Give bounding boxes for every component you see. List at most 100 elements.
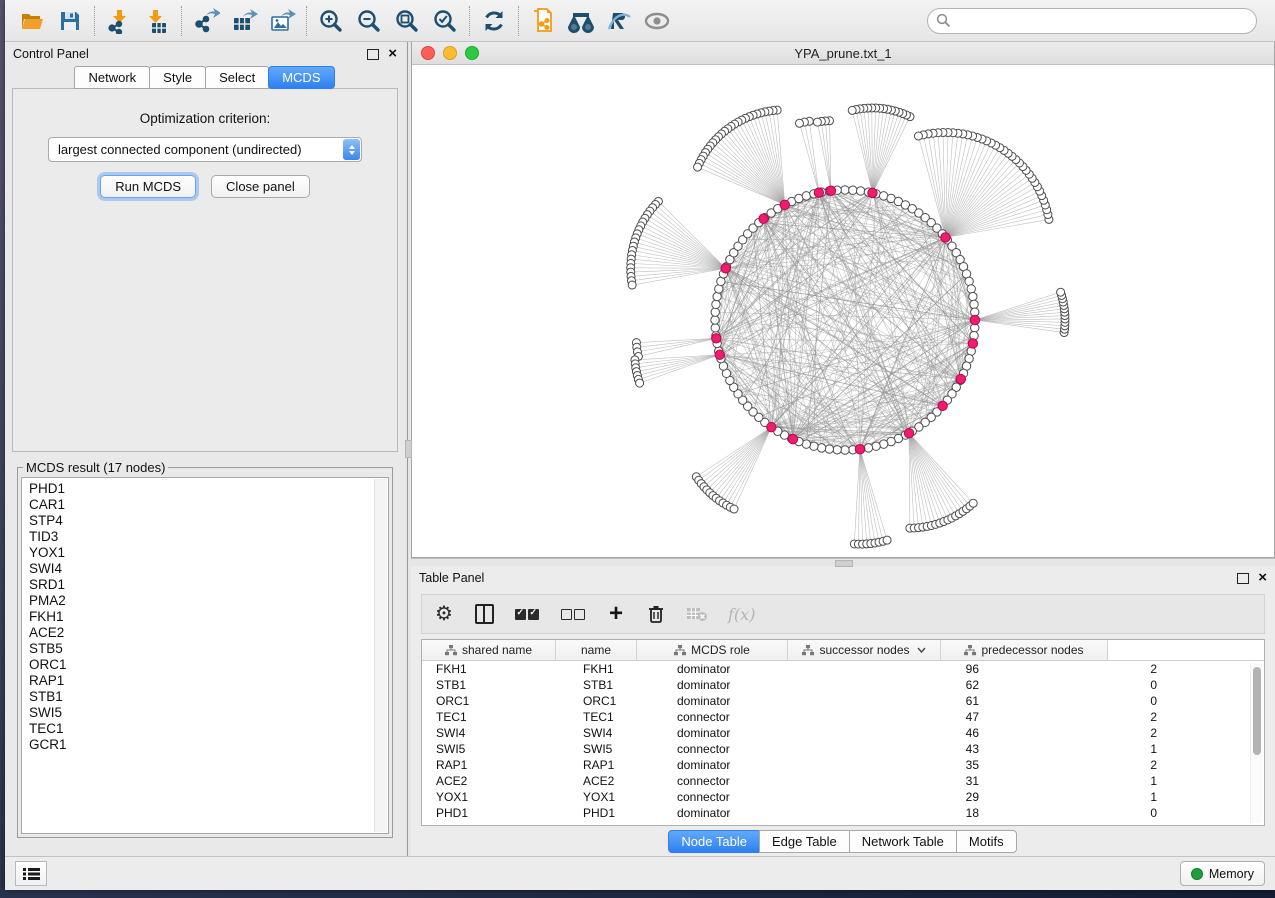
table-row[interactable]: RAP1RAP1dominator352 xyxy=(422,757,1264,773)
zoom-fit-icon[interactable] xyxy=(388,4,426,38)
node-table: shared namenameMCDS rolesuccessor nodesp… xyxy=(421,639,1265,826)
column-header-successor-nodes[interactable]: successor nodes xyxy=(788,640,941,660)
tab-style[interactable]: Style xyxy=(149,66,206,89)
cell-successor-nodes: 47 xyxy=(827,709,991,725)
mcds-result-item[interactable]: ORC1 xyxy=(29,657,388,673)
mcds-result-item[interactable]: TEC1 xyxy=(29,721,388,737)
import-table-icon[interactable] xyxy=(138,4,176,38)
import-network-icon[interactable] xyxy=(100,4,138,38)
cell-successor-nodes: 35 xyxy=(827,757,991,773)
mcds-list-scrollbar[interactable] xyxy=(374,479,387,832)
hide-selected-icon[interactable] xyxy=(600,4,638,38)
dropdown-selected-value: largest connected component (undirected) xyxy=(49,142,302,157)
horizontal-splitter[interactable] xyxy=(411,558,1275,566)
show-graphics-details-icon[interactable] xyxy=(638,4,676,38)
mcds-result-item[interactable]: SRD1 xyxy=(29,577,388,593)
close-panel-button[interactable]: Close panel xyxy=(211,175,310,198)
cell-mcds-role: connector xyxy=(663,709,827,725)
export-network-icon[interactable] xyxy=(187,4,225,38)
create-column-icon[interactable]: + xyxy=(606,602,626,626)
zoom-in-icon[interactable] xyxy=(312,4,350,38)
mcds-result-item[interactable]: STB1 xyxy=(29,689,388,705)
function-builder-icon[interactable]: f(x) xyxy=(728,602,755,626)
optimization-criterion-dropdown[interactable]: largest connected component (undirected) xyxy=(48,137,362,162)
splitter-handle[interactable] xyxy=(835,560,853,567)
tab-network-table[interactable]: Network Table xyxy=(849,830,957,853)
mcds-result-item[interactable]: STP4 xyxy=(29,513,388,529)
mcds-result-item[interactable]: PHD1 xyxy=(29,481,388,497)
open-file-icon[interactable] xyxy=(13,4,51,38)
close-panel-icon[interactable]: × xyxy=(1258,573,1267,583)
mcds-result-item[interactable]: SWI4 xyxy=(29,561,388,577)
float-panel-icon[interactable] xyxy=(1237,573,1249,584)
cell-shared-name: PHD1 xyxy=(422,805,569,821)
mcds-result-item[interactable]: GCR1 xyxy=(29,737,388,753)
zoom-out-icon[interactable] xyxy=(350,4,388,38)
share-document-icon[interactable] xyxy=(524,4,562,38)
scrollbar-thumb[interactable] xyxy=(1253,667,1261,755)
tab-node-table[interactable]: Node Table xyxy=(668,830,760,853)
save-session-icon[interactable] xyxy=(51,4,89,38)
close-panel-icon[interactable]: × xyxy=(388,49,397,59)
tab-mcds[interactable]: MCDS xyxy=(268,66,334,89)
mcds-result-item[interactable]: STB5 xyxy=(29,641,388,657)
table-row[interactable]: ACE2ACE2connector311 xyxy=(422,773,1264,789)
table-row[interactable]: STB1STB1dominator620 xyxy=(422,677,1264,693)
export-image-icon[interactable] xyxy=(263,4,301,38)
cell-predecessor-nodes: 1 xyxy=(991,789,1169,805)
toolbar-separator xyxy=(94,6,95,36)
table-row[interactable]: TEC1TEC1connector472 xyxy=(422,709,1264,725)
select-all-checkbox-icon[interactable] xyxy=(514,602,540,626)
task-history-button[interactable] xyxy=(15,861,47,886)
memory-label: Memory xyxy=(1209,867,1254,881)
mcds-result-item[interactable]: ACE2 xyxy=(29,625,388,641)
table-row[interactable]: FKH1FKH1dominator962 xyxy=(422,661,1264,677)
zoom-selected-icon[interactable] xyxy=(426,4,464,38)
table-row[interactable]: YOX1YOX1connector291 xyxy=(422,789,1264,805)
search-input[interactable] xyxy=(927,8,1257,34)
table-row[interactable]: SWI4SWI4dominator462 xyxy=(422,725,1264,741)
delete-columns-icon[interactable] xyxy=(646,602,666,626)
first-neighbors-icon[interactable] xyxy=(562,4,600,38)
cell-name: FKH1 xyxy=(569,661,663,677)
cell-successor-nodes: 18 xyxy=(827,805,991,821)
table-scrollbar[interactable] xyxy=(1250,663,1262,823)
table-row[interactable]: SWI5SWI5connector431 xyxy=(422,741,1264,757)
table-row[interactable]: ORC1ORC1dominator610 xyxy=(422,693,1264,709)
tab-network[interactable]: Network xyxy=(74,66,150,89)
export-table-icon[interactable] xyxy=(225,4,263,38)
vertical-splitter[interactable] xyxy=(405,42,411,856)
memory-button[interactable]: Memory xyxy=(1180,861,1265,886)
show-column-panel-icon[interactable] xyxy=(474,602,494,626)
mcds-result-item[interactable]: CAR1 xyxy=(29,497,388,513)
mcds-result-item[interactable]: YOX1 xyxy=(29,545,388,561)
mcds-result-item[interactable]: RAP1 xyxy=(29,673,388,689)
run-mcds-button[interactable]: Run MCDS xyxy=(100,175,196,198)
cell-name: SWI4 xyxy=(569,725,663,741)
column-header-shared-name[interactable]: shared name xyxy=(422,640,556,660)
mcds-result-item[interactable]: FKH1 xyxy=(29,609,388,625)
column-header-name[interactable]: name xyxy=(556,640,637,660)
deselect-all-checkbox-icon[interactable] xyxy=(560,602,586,626)
cell-predecessor-nodes: 0 xyxy=(991,693,1169,709)
refresh-icon[interactable] xyxy=(475,4,513,38)
delete-table-icon[interactable] xyxy=(686,602,708,626)
splitter-handle[interactable] xyxy=(405,440,412,458)
column-header-MCDS-role[interactable]: MCDS role xyxy=(637,640,788,660)
search-icon xyxy=(936,13,951,33)
mcds-result-item[interactable]: SWI5 xyxy=(29,705,388,721)
table-row[interactable]: PHD1PHD1dominator180 xyxy=(422,805,1264,821)
column-header-filler xyxy=(1108,640,1264,660)
cell-predecessor-nodes: 2 xyxy=(991,661,1169,677)
float-panel-icon[interactable] xyxy=(367,49,379,60)
tab-select[interactable]: Select xyxy=(205,66,269,89)
mcds-result-item[interactable]: TID3 xyxy=(29,529,388,545)
mcds-result-item[interactable]: PMA2 xyxy=(29,593,388,609)
tab-edge-table[interactable]: Edge Table xyxy=(759,830,850,853)
tab-motifs[interactable]: Motifs xyxy=(956,830,1017,853)
column-header-predecessor-nodes[interactable]: predecessor nodes xyxy=(941,640,1108,660)
network-graph[interactable] xyxy=(412,65,1274,557)
cell-successor-nodes: 61 xyxy=(827,693,991,709)
network-canvas[interactable] xyxy=(412,65,1274,557)
table-settings-icon[interactable]: ⚙ xyxy=(434,602,454,626)
